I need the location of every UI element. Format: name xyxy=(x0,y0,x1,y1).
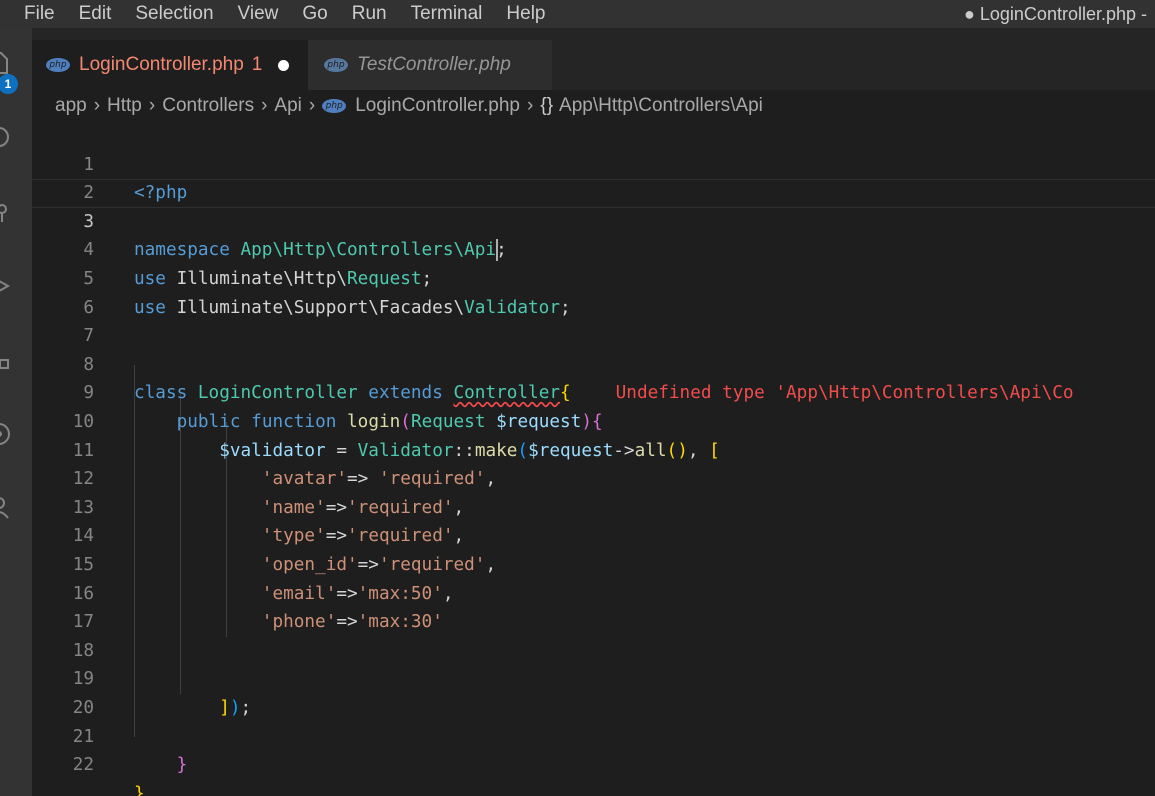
menu-selection[interactable]: Selection xyxy=(123,0,225,28)
code-line-16: 16 'phone'=>'max:30' xyxy=(32,551,1155,633)
code-line-10: 10 $validator = Validator::make($request… xyxy=(32,379,1155,461)
code-line-11: 11 'avatar'=> 'required', xyxy=(32,408,1155,490)
tab-bar: php LoginController.php 1 php TestContro… xyxy=(32,28,1155,90)
code-line-19: 19 ]); xyxy=(32,637,1155,718)
code-line-13: 13 'type'=>'required', xyxy=(32,465,1155,547)
menu-go[interactable]: Go xyxy=(290,0,339,28)
activity-bar: 1 xyxy=(0,28,32,796)
breadcrumb-segment[interactable]: Controllers xyxy=(162,95,254,117)
search-icon[interactable] xyxy=(0,124,12,150)
line-number: 22 xyxy=(72,755,94,776)
menu-bar: File Edit Selection View Go Run Terminal… xyxy=(0,0,1155,28)
menu-edit[interactable]: Edit xyxy=(67,0,124,28)
vscode-window: File Edit Selection View Go Run Terminal… xyxy=(0,0,1155,796)
remote-icon[interactable] xyxy=(0,421,12,447)
menu-terminal[interactable]: Terminal xyxy=(399,0,495,28)
breadcrumb: app › Http › Controllers › Api › php Log… xyxy=(32,90,1155,122)
code-line-17: 17 xyxy=(32,580,1155,632)
tab-test-controller[interactable]: php TestController.php xyxy=(308,40,552,90)
run-debug-icon[interactable] xyxy=(0,273,12,299)
php-file-icon: php xyxy=(324,58,348,72)
token-bracket: } xyxy=(134,783,145,796)
code-line-20: 20 xyxy=(32,665,1155,718)
unsaved-dot-icon[interactable] xyxy=(278,59,290,71)
tab-label: TestController.php xyxy=(357,54,511,75)
menu-file[interactable]: File xyxy=(0,0,67,28)
explorer-badge: 1 xyxy=(0,74,18,94)
php-file-icon: php xyxy=(322,99,347,113)
tab-problem-count: 1 xyxy=(251,54,263,75)
breadcrumb-segment[interactable]: app xyxy=(55,95,87,117)
source-control-icon[interactable] xyxy=(0,200,12,226)
chevron-right-icon: › xyxy=(93,95,101,116)
code-line-18: 18 xyxy=(32,608,1155,661)
breadcrumb-segment[interactable]: Api xyxy=(274,95,301,117)
code-line-21: 21 } xyxy=(32,694,1155,776)
menu-view[interactable]: View xyxy=(226,0,291,28)
code-line-22: 22 } xyxy=(32,723,1155,796)
tab-login-controller[interactable]: php LoginController.php 1 xyxy=(32,40,308,90)
code-line-4: 4 use Illuminate\Http\Request; xyxy=(32,208,1155,289)
code-editor[interactable]: 1 <?php 2 3 namespace App\Http\Controlle… xyxy=(32,122,1155,796)
code-line-12: 12 'name'=>'required', xyxy=(32,437,1155,518)
chevron-right-icon: › xyxy=(308,95,316,116)
namespace-icon: {} xyxy=(540,95,554,116)
code-line-7: 7 xyxy=(32,294,1155,346)
breadcrumb-segment[interactable]: Http xyxy=(107,95,142,117)
code-line-9: 9 public function login(Request $request… xyxy=(32,351,1155,432)
code-line-14: 14 'open_id'=>'required', xyxy=(32,494,1155,575)
menu-help[interactable]: Help xyxy=(494,0,557,28)
accounts-icon[interactable] xyxy=(0,494,12,520)
tab-label: LoginController.php xyxy=(79,54,244,75)
chevron-right-icon: › xyxy=(261,95,268,116)
code-line-2: 2 xyxy=(32,151,1155,203)
php-file-icon: php xyxy=(46,58,70,72)
code-line-1: 1 <?php xyxy=(32,122,1155,204)
code-line-3: 3 namespace App\Http\Controllers\Api; xyxy=(32,179,1155,262)
chevron-right-icon: › xyxy=(148,95,156,116)
token-bracket: } xyxy=(176,755,188,776)
chevron-right-icon: › xyxy=(527,95,534,116)
code-line-6: 6 xyxy=(32,265,1155,318)
menu-run[interactable]: Run xyxy=(340,0,399,28)
code-line-8: 8 class LoginController extends Controll… xyxy=(32,322,1155,404)
code-line-5: 5 use Illuminate\Support\Facades\Validat… xyxy=(32,236,1155,318)
explorer-icon[interactable] xyxy=(0,50,12,76)
code-line-15: 15 'email'=>'max:50', xyxy=(32,522,1155,604)
extensions-icon[interactable] xyxy=(0,346,12,372)
window-title: ● LoginController.php - xyxy=(964,4,1147,24)
breadcrumb-symbol[interactable]: App\Http\Controllers\Api xyxy=(559,95,763,117)
breadcrumb-file[interactable]: LoginController.php xyxy=(355,95,520,117)
